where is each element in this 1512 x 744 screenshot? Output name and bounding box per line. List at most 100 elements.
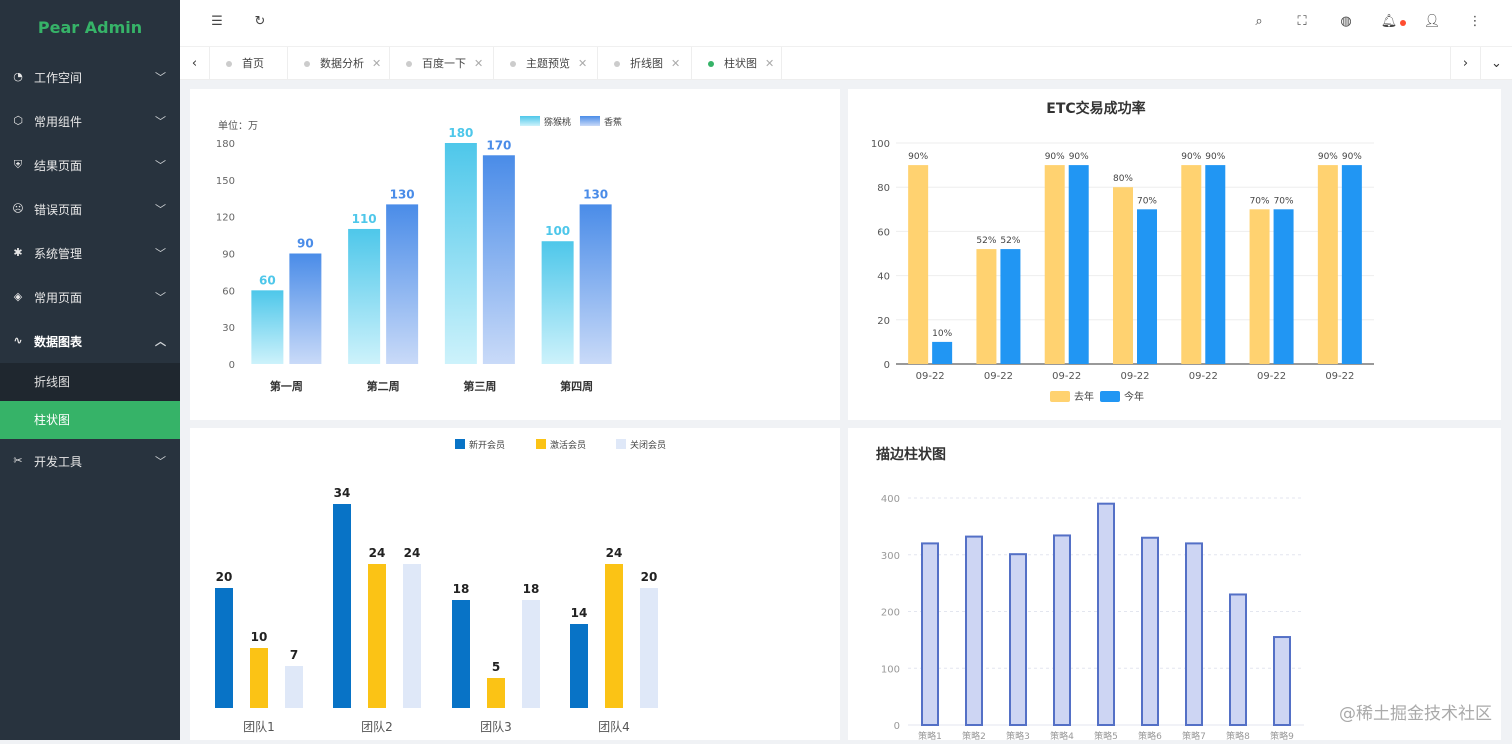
bar <box>444 143 477 364</box>
chart-card-4: 描边柱状图 0 100 200 300 400 策略1 策略2 策略3 策略4 策略5 策略6 策略7 策… <box>848 428 1501 742</box>
legend-label: 去年 <box>1074 390 1094 403</box>
y-tick-label: 60 <box>222 286 235 297</box>
data-label: 10 <box>251 630 268 644</box>
close-icon[interactable]: ✕ <box>765 57 774 70</box>
x-tick-label: 09-22 <box>984 371 1013 382</box>
legend-label: 新开会员 <box>469 439 505 451</box>
x-tick-label: 策略7 <box>1182 730 1206 740</box>
data-label: 60 <box>259 273 276 287</box>
chevron-down-icon: ﹀ <box>155 203 166 216</box>
y-tick-label: 90 <box>222 250 235 261</box>
y-tick-label: 120 <box>216 213 235 224</box>
tab-dot <box>614 61 620 67</box>
sidebar-item-label: 数据图表 <box>34 334 83 349</box>
data-label: 20 <box>216 570 233 584</box>
more-vertical-icon[interactable]: ⋮ <box>1466 14 1484 29</box>
tab-scroll-left-icon[interactable]: ‹ <box>180 47 210 80</box>
sidebar-item-1[interactable]: ⬡ 常用组件 ﹀ <box>0 99 180 143</box>
bar <box>1009 553 1027 727</box>
data-label: 18 <box>523 582 540 596</box>
bell-icon[interactable]: 🔔︎ <box>1380 14 1398 29</box>
globe-icon[interactable]: ◍ <box>1337 14 1355 29</box>
bar <box>932 341 953 364</box>
menu-fold-icon[interactable]: ☰ <box>208 14 226 29</box>
x-tick-label: 策略8 <box>1226 730 1250 740</box>
submenu-item-0[interactable]: 折线图 <box>0 363 180 401</box>
x-tick-label: 策略4 <box>1050 730 1074 740</box>
y-tick-label: 150 <box>216 176 235 187</box>
watermark: @稀土掘金技术社区 <box>1339 704 1492 724</box>
legend-swatch <box>1100 391 1120 402</box>
data-label: 20 <box>641 570 658 584</box>
data-label: 90% <box>1045 152 1065 162</box>
data-label: 7 <box>290 648 298 662</box>
y-tick-label: 60 <box>877 227 890 238</box>
sidebar-item-label: 错误页面 <box>34 202 83 217</box>
tab-1[interactable]: 数据分析 ✕ <box>288 47 390 80</box>
sidebar-item-3[interactable]: ☹ 错误页面 ﹀ <box>0 187 180 231</box>
data-label: 130 <box>583 187 608 201</box>
data-label: 70% <box>1250 196 1270 206</box>
legend-label: 香蕉 <box>604 116 622 128</box>
bar <box>1137 209 1157 364</box>
x-tick-label: 09-22 <box>1257 371 1286 382</box>
bar <box>1000 249 1021 364</box>
tab-label: 主题预览 <box>526 57 570 70</box>
cube-icon: ⬡ <box>13 114 23 127</box>
tab-0[interactable]: 首页 <box>210 47 288 80</box>
data-label: 90% <box>1318 152 1338 162</box>
x-tick-label: 团队3 <box>480 719 512 734</box>
sidebar-item-2[interactable]: ⛨ 结果页面 ﹀ <box>0 143 180 187</box>
y-tick-label: 20 <box>877 316 890 327</box>
sidebar-item-0[interactable]: ◔ 工作空间 ﹀ <box>0 55 180 99</box>
data-label: 90% <box>908 152 928 162</box>
bar-chart-fruit: 单位：万 0 30 60 90 120 150 180 第一周 60 90 第二周 110 130 第三周 1… <box>216 116 622 393</box>
tab-2[interactable]: 百度一下 ✕ <box>390 47 494 80</box>
sidebar-item-5[interactable]: ◈ 常用页面 ﹀ <box>0 275 180 319</box>
close-icon[interactable]: ✕ <box>372 57 381 70</box>
close-icon[interactable]: ✕ <box>671 57 680 70</box>
tab-bar: ‹ 首页 数据分析 ✕ 百度一下 ✕ 主题预览 ✕ 折线图 ✕ 柱状图 ✕ › ⌄ <box>180 47 1512 80</box>
frown-icon: ☹ <box>12 202 24 215</box>
tab-4[interactable]: 折线图 ✕ <box>598 47 692 80</box>
sidebar-item-4[interactable]: ✱ 系统管理 ﹀ <box>0 231 180 275</box>
close-icon[interactable]: ✕ <box>578 57 587 70</box>
x-tick-label: 09-22 <box>1052 371 1081 382</box>
x-tick-label: 策略1 <box>918 730 942 740</box>
tab-dropdown-icon[interactable]: ⌄ <box>1480 47 1512 80</box>
bar <box>386 204 419 364</box>
data-label: 14 <box>571 606 588 620</box>
bar <box>640 588 658 708</box>
app-brand[interactable]: Pear Admin <box>0 0 180 55</box>
unit-label: 单位：万 <box>218 119 258 132</box>
data-label: 110 <box>352 212 377 226</box>
bar <box>1249 209 1270 364</box>
search-icon[interactable]: ⌕ <box>1250 14 1268 29</box>
tab-scroll-right-icon[interactable]: › <box>1450 47 1480 80</box>
bar <box>482 155 515 364</box>
data-label: 18 <box>453 582 470 596</box>
tab-dot <box>406 61 412 67</box>
bar <box>250 648 268 708</box>
close-icon[interactable]: ✕ <box>474 57 483 70</box>
bar <box>1185 542 1203 727</box>
chart-card-2: ETC交易成功率 0 20 40 60 80 100 09-22 90% 10% 09-22 52% 5… <box>848 89 1501 420</box>
user-icon[interactable]: 👤︎ <box>1423 14 1441 29</box>
shield-check-icon: ⛨ <box>13 158 23 171</box>
legend-swatch <box>455 439 465 449</box>
refresh-icon[interactable]: ↻ <box>251 14 269 29</box>
tab-label: 首页 <box>242 57 264 70</box>
sidebar-item-7[interactable]: ✂ 开发工具 ﹀ <box>0 439 180 483</box>
bar <box>452 600 470 708</box>
bar <box>1044 165 1065 364</box>
bar <box>348 228 381 364</box>
sidebar-item-label: 结果页面 <box>34 158 83 173</box>
bar <box>1181 165 1202 364</box>
sidebar-item-6[interactable]: ∿ 数据图表 ︿ <box>0 319 180 363</box>
submenu-item-1[interactable]: 柱状图 <box>0 401 180 439</box>
data-label: 90 <box>297 237 314 251</box>
tab-3[interactable]: 主题预览 ✕ <box>494 47 598 80</box>
tab-5[interactable]: 柱状图 ✕ <box>692 47 782 80</box>
x-tick-label: 09-22 <box>1325 371 1354 382</box>
fullscreen-icon[interactable]: ⛶ <box>1293 14 1311 29</box>
